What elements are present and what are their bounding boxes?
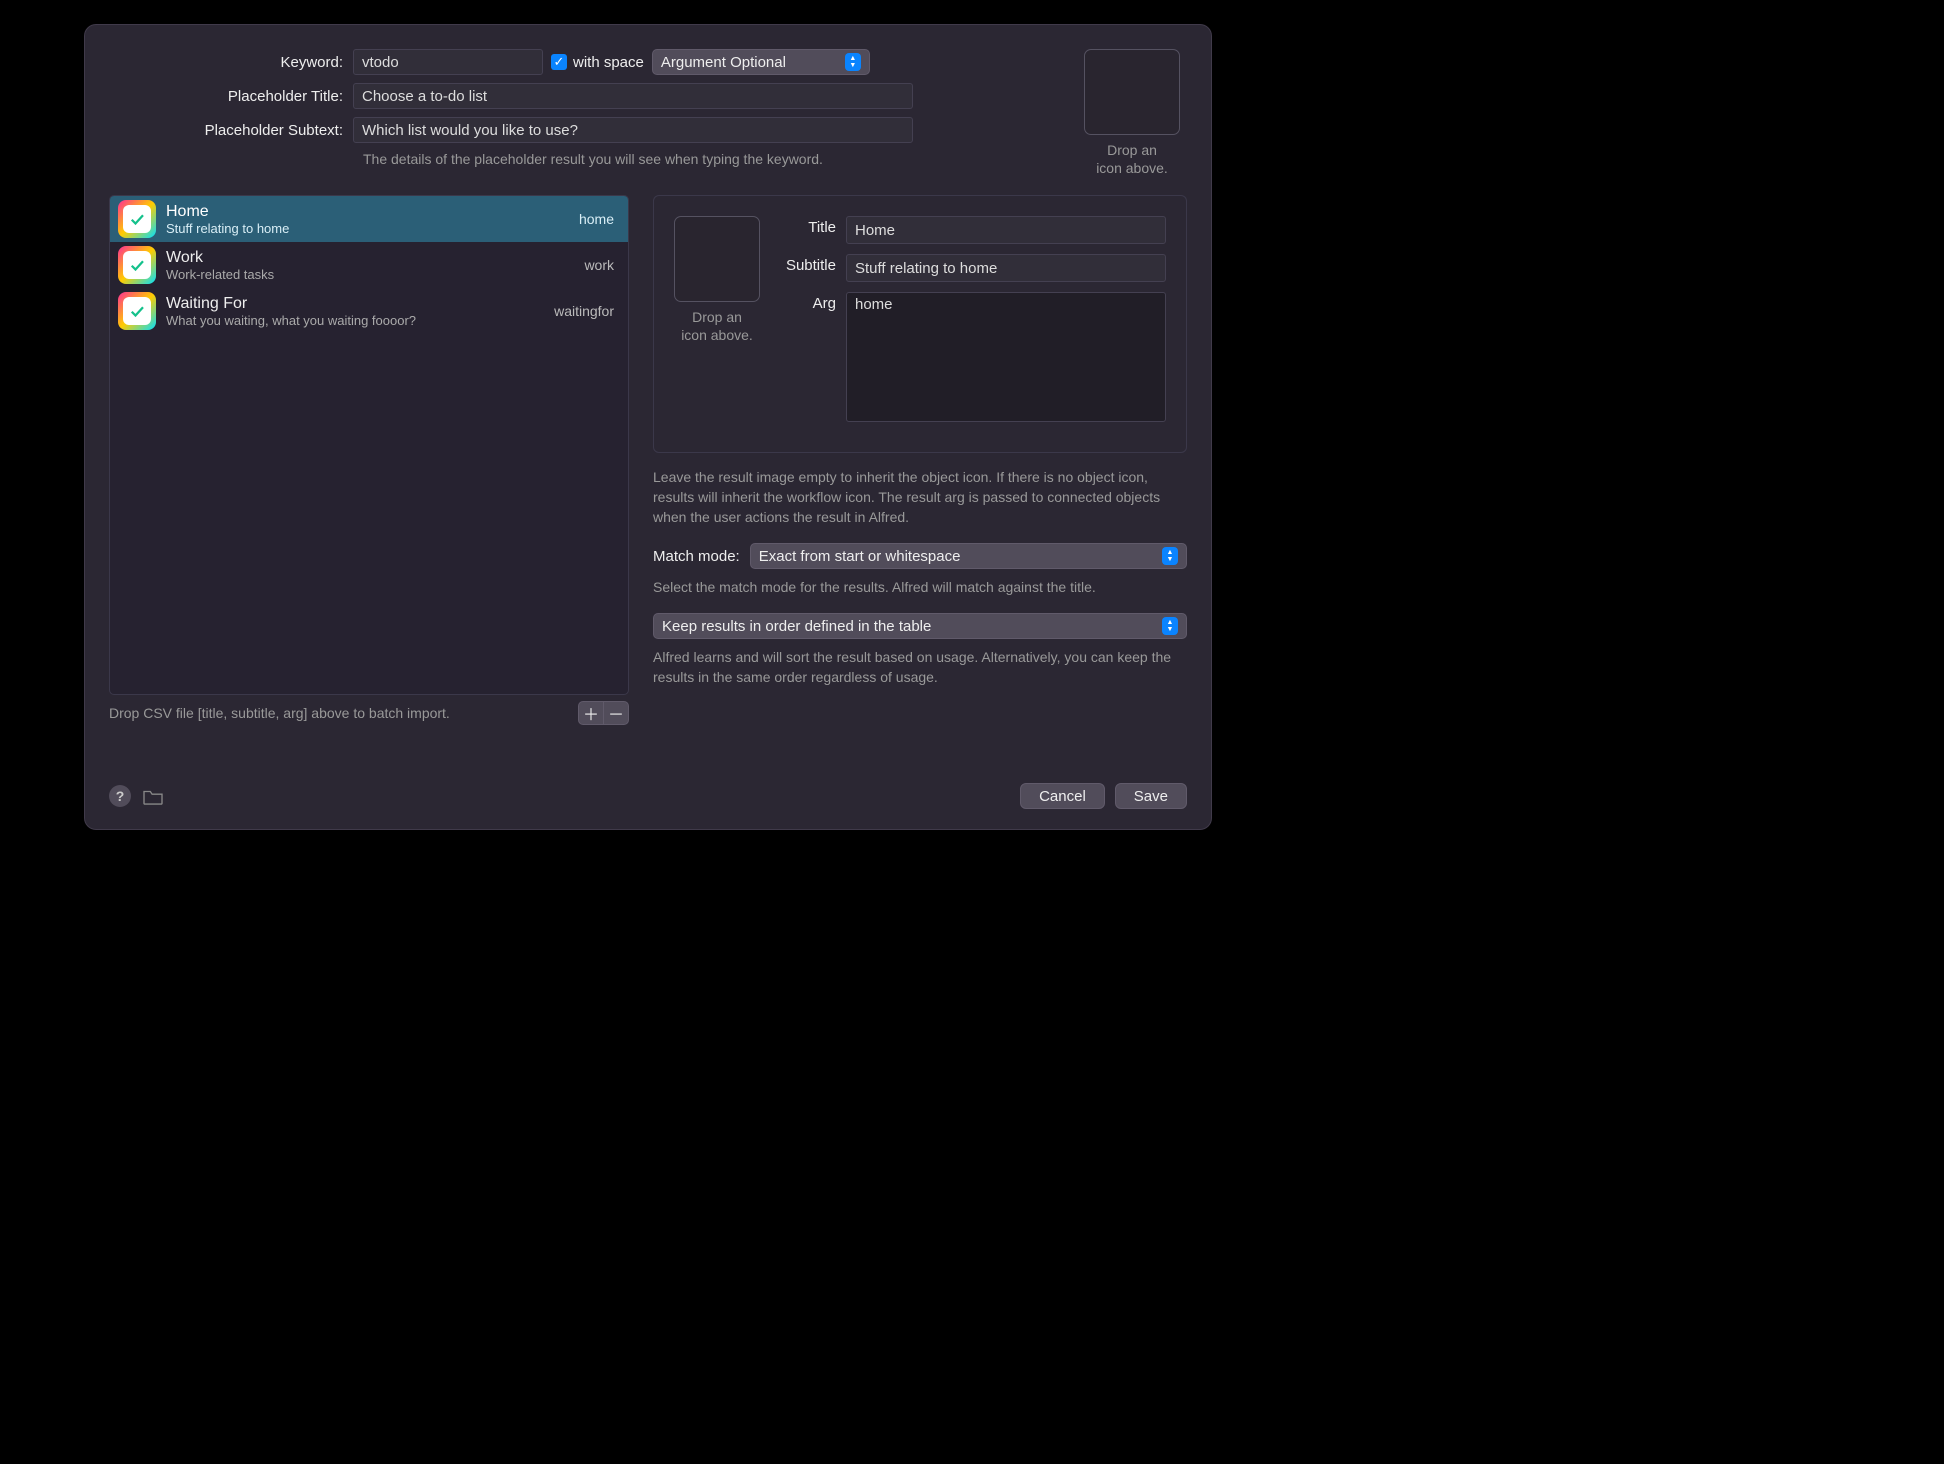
list-item[interactable]: WorkWork-related tasks work [110, 242, 628, 288]
result-order-value: Keep results in order defined in the tab… [662, 618, 931, 635]
list-item[interactable]: Waiting ForWhat you waiting, what you wa… [110, 288, 628, 334]
placeholder-help-text: The details of the placeholder result yo… [363, 151, 1061, 167]
list-item[interactable]: HomeStuff relating to home home [110, 196, 628, 242]
list-item-arg: home [579, 211, 620, 227]
placeholder-title-input[interactable] [353, 83, 913, 109]
list-item-arg: work [584, 257, 620, 273]
list-item-title: Work [166, 249, 574, 267]
placeholder-title-label: Placeholder Title: [109, 88, 353, 105]
match-mode-help: Select the match mode for the results. A… [653, 577, 1187, 597]
plus-icon: ＋ [583, 701, 599, 725]
minus-icon: － [608, 701, 624, 725]
top-form: Keyword: with space Argument Optional ▲▼… [109, 49, 1187, 177]
list-item-arg: waitingfor [554, 303, 620, 319]
detail-title-label: Title [776, 216, 846, 236]
help-button[interactable]: ? [109, 785, 131, 807]
checkmark-app-icon [118, 246, 156, 284]
dropdown-arrows-icon: ▲▼ [1162, 547, 1178, 565]
workflow-list-filter-dialog: Keyword: with space Argument Optional ▲▼… [84, 24, 1212, 830]
results-list[interactable]: HomeStuff relating to home home WorkWork… [109, 195, 629, 695]
checkmark-app-icon [118, 200, 156, 238]
with-space-checkbox[interactable] [551, 54, 567, 70]
detail-arg-input[interactable]: home [846, 292, 1166, 422]
csv-import-hint: Drop CSV file [title, subtitle, arg] abo… [109, 705, 450, 721]
argument-mode-value: Argument Optional [661, 54, 786, 71]
match-mode-label: Match mode: [653, 548, 740, 565]
object-icon-well[interactable] [1084, 49, 1180, 135]
placeholder-subtext-input[interactable] [353, 117, 913, 143]
keyword-input[interactable] [353, 49, 543, 75]
with-space-label: with space [573, 54, 644, 71]
detail-title-input[interactable] [846, 216, 1166, 244]
checkmark-app-icon [118, 292, 156, 330]
detail-arg-label: Arg [776, 292, 846, 312]
match-mode-value: Exact from start or whitespace [759, 548, 961, 565]
dropdown-arrows-icon: ▲▼ [1162, 617, 1178, 635]
list-item-title: Waiting For [166, 295, 544, 313]
folder-icon[interactable] [141, 787, 165, 805]
cancel-button[interactable]: Cancel [1020, 783, 1105, 809]
list-item-title: Home [166, 203, 569, 221]
list-item-subtitle: Stuff relating to home [166, 221, 569, 236]
result-icon-caption: Drop anicon above. [674, 308, 760, 344]
list-item-subtitle: Work-related tasks [166, 267, 574, 282]
dialog-footer: ? Cancel Save [109, 783, 1187, 809]
remove-row-button[interactable]: － [603, 701, 629, 725]
result-image-help: Leave the result image empty to inherit … [653, 467, 1187, 527]
result-order-help: Alfred learns and will sort the result b… [653, 647, 1187, 687]
placeholder-subtext-label: Placeholder Subtext: [109, 122, 353, 139]
keyword-label: Keyword: [109, 54, 353, 71]
result-detail-panel: Drop anicon above. Title Subtitle Arghom… [653, 195, 1187, 453]
save-button[interactable]: Save [1115, 783, 1187, 809]
list-item-subtitle: What you waiting, what you waiting foooo… [166, 313, 544, 328]
add-row-button[interactable]: ＋ [578, 701, 604, 725]
dropdown-arrows-icon: ▲▼ [845, 53, 861, 71]
match-mode-dropdown[interactable]: Exact from start or whitespace ▲▼ [750, 543, 1187, 569]
detail-subtitle-input[interactable] [846, 254, 1166, 282]
argument-mode-dropdown[interactable]: Argument Optional ▲▼ [652, 49, 870, 75]
detail-subtitle-label: Subtitle [776, 254, 846, 274]
result-order-dropdown[interactable]: Keep results in order defined in the tab… [653, 613, 1187, 639]
question-icon: ? [116, 788, 125, 804]
object-icon-caption: Drop anicon above. [1096, 141, 1168, 177]
result-icon-well[interactable] [674, 216, 760, 302]
